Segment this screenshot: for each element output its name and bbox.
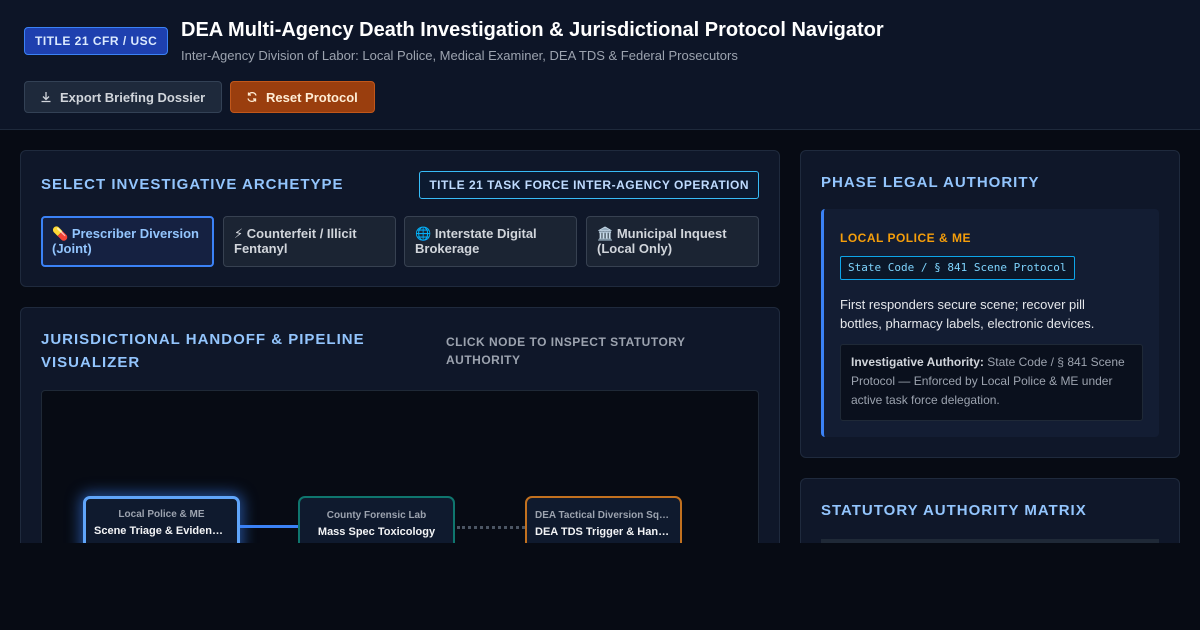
node-title: Mass Spec Toxicology bbox=[317, 526, 436, 538]
archetype-option-prescriber-diversion[interactable]: 💊 Prescriber Diversion (Joint) bbox=[41, 216, 214, 267]
authority-agency: LOCAL POLICE & ME bbox=[840, 231, 971, 245]
globe-icon: 🌐 bbox=[415, 226, 432, 241]
operation-badge: TITLE 21 TASK FORCE INTER-AGENCY OPERATI… bbox=[419, 171, 759, 199]
pipeline-hint: CLICK NODE TO INSPECT STATUTORY AUTHORIT… bbox=[446, 335, 686, 367]
page-title: DEA Multi-Agency Death Investigation & J… bbox=[181, 19, 884, 41]
archetype-option-label: Interstate Digital Brokerage bbox=[415, 226, 537, 256]
archetype-option-label: Municipal Inquest (Local Only) bbox=[597, 226, 727, 256]
courthouse-icon: 🏛️ bbox=[597, 226, 614, 241]
viewport-cutoff bbox=[0, 543, 1200, 630]
pill-icon: 💊 bbox=[52, 226, 69, 241]
reset-protocol-button[interactable]: Reset Protocol bbox=[230, 81, 375, 113]
archetype-option-label: Counterfeit / Illicit Fentanyl bbox=[234, 226, 357, 256]
app-header: TITLE 21 CFR / USC DEA Multi-Agency Deat… bbox=[0, 0, 1200, 130]
lightning-icon: ⚡ bbox=[234, 226, 244, 241]
node-agency: DEA Tactical Diversion Squad bbox=[535, 510, 677, 521]
refresh-icon bbox=[247, 91, 257, 103]
archetype-option-counterfeit-fentanyl[interactable]: ⚡ Counterfeit / Illicit Fentanyl bbox=[223, 216, 396, 267]
authority-heading: PHASE LEGAL AUTHORITY bbox=[821, 174, 1040, 191]
download-icon bbox=[41, 92, 51, 103]
export-briefing-label: Export Briefing Dossier bbox=[60, 89, 206, 105]
archetype-option-municipal-inquest[interactable]: 🏛️ Municipal Inquest (Local Only) bbox=[586, 216, 759, 267]
archetype-panel: SELECT INVESTIGATIVE ARCHETYPE TITLE 21 … bbox=[20, 150, 780, 287]
regulation-badge: TITLE 21 CFR / USC bbox=[24, 27, 169, 55]
investigative-authority-label: Investigative Authority: bbox=[851, 355, 984, 369]
pipeline-panel: JURISDICTIONAL HANDOFF & PIPELINE VISUAL… bbox=[20, 307, 780, 590]
page-subtitle: Inter-Agency Division of Labor: Local Po… bbox=[181, 48, 738, 63]
archetype-heading: SELECT INVESTIGATIVE ARCHETYPE bbox=[41, 176, 344, 193]
authority-card: LOCAL POLICE & ME State Code / § 841 Sce… bbox=[821, 209, 1159, 437]
archetype-option-interstate-brokerage[interactable]: 🌐 Interstate Digital Brokerage bbox=[404, 216, 577, 267]
node-title: DEA TDS Trigger & Handoff bbox=[535, 526, 679, 538]
investigative-authority-box: Investigative Authority: State Code / § … bbox=[840, 344, 1143, 421]
authority-description: First responders secure scene; recover p… bbox=[840, 297, 1095, 331]
node-agency: County Forensic Lab bbox=[326, 510, 427, 521]
pipeline-heading: JURISDICTIONAL HANDOFF & PIPELINE VISUAL… bbox=[41, 331, 365, 371]
node-agency: Local Police & ME bbox=[118, 509, 205, 520]
handoff-connector-active bbox=[240, 525, 298, 528]
export-briefing-button[interactable]: Export Briefing Dossier bbox=[24, 81, 222, 113]
reset-protocol-label: Reset Protocol bbox=[266, 89, 358, 105]
handoff-connector-pending bbox=[457, 526, 525, 529]
matrix-heading: STATUTORY AUTHORITY MATRIX bbox=[821, 502, 1087, 519]
authority-panel: PHASE LEGAL AUTHORITY LOCAL POLICE & ME … bbox=[800, 150, 1180, 458]
archetype-option-label: Prescriber Diversion (Joint) bbox=[52, 226, 199, 256]
statute-code-chip: State Code / § 841 Scene Protocol bbox=[840, 256, 1075, 280]
node-title: Scene Triage & Evidence Recovery bbox=[94, 525, 237, 537]
